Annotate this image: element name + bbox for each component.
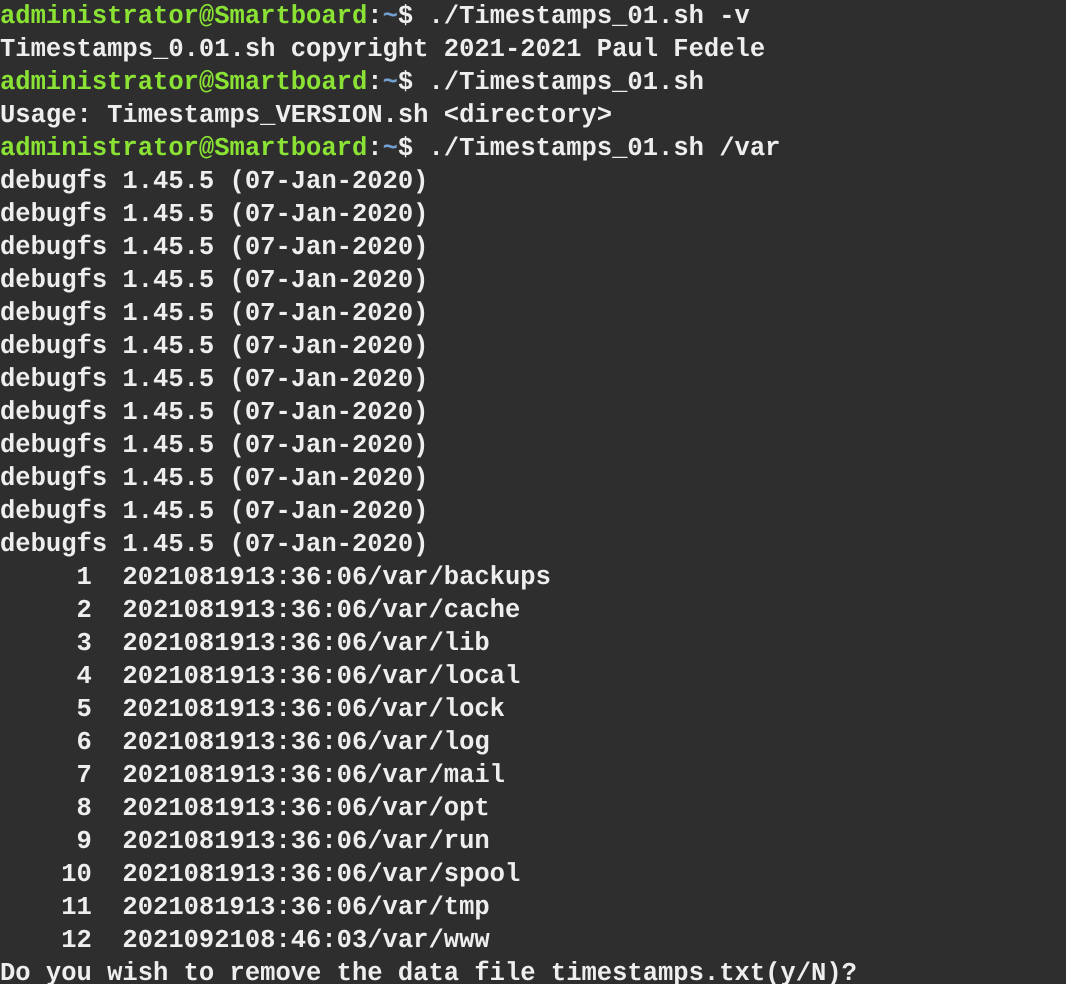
- command-3: ./Timestamps_01.sh /var: [429, 134, 781, 163]
- listing-line: 3 2021081913:36:06/var/lib: [0, 629, 490, 658]
- terminal-window[interactable]: administrator@Smartboard:~$ ./Timestamps…: [0, 0, 1066, 984]
- listing-line: 11 2021081913:36:06/var/tmp: [0, 893, 490, 922]
- debugfs-line: debugfs 1.45.5 (07-Jan-2020): [0, 266, 428, 295]
- debugfs-line: debugfs 1.45.5 (07-Jan-2020): [0, 332, 428, 361]
- prompt-sep: :: [367, 2, 382, 31]
- prompt-dollar: $: [398, 134, 429, 163]
- debugfs-line: debugfs 1.45.5 (07-Jan-2020): [0, 464, 428, 493]
- command-1: ./Timestamps_01.sh -v: [429, 2, 750, 31]
- output-version: Timestamps_0.01.sh copyright 2021-2021 P…: [0, 35, 765, 64]
- listing-line: 12 2021092108:46:03/var/www: [0, 926, 490, 955]
- listing-line: 4 2021081913:36:06/var/local: [0, 662, 520, 691]
- prompt-dollar: $: [398, 2, 429, 31]
- debugfs-line: debugfs 1.45.5 (07-Jan-2020): [0, 398, 428, 427]
- debugfs-line: debugfs 1.45.5 (07-Jan-2020): [0, 200, 428, 229]
- listing-line: 9 2021081913:36:06/var/run: [0, 827, 490, 856]
- confirm-prompt[interactable]: Do you wish to remove the data file time…: [0, 959, 857, 984]
- output-usage: Usage: Timestamps_VERSION.sh <directory>: [0, 101, 612, 130]
- prompt-sep: :: [367, 68, 382, 97]
- debugfs-line: debugfs 1.45.5 (07-Jan-2020): [0, 167, 428, 196]
- debugfs-line: debugfs 1.45.5 (07-Jan-2020): [0, 497, 428, 526]
- debugfs-line: debugfs 1.45.5 (07-Jan-2020): [0, 233, 428, 262]
- debugfs-line: debugfs 1.45.5 (07-Jan-2020): [0, 299, 428, 328]
- listing-line: 1 2021081913:36:06/var/backups: [0, 563, 551, 592]
- prompt-path: ~: [383, 2, 398, 31]
- listing-line: 5 2021081913:36:06/var/lock: [0, 695, 505, 724]
- listing-line: 7 2021081913:36:06/var/mail: [0, 761, 505, 790]
- listing-line: 10 2021081913:36:06/var/spool: [0, 860, 520, 889]
- debugfs-line: debugfs 1.45.5 (07-Jan-2020): [0, 365, 428, 394]
- prompt-path: ~: [383, 68, 398, 97]
- listing-line: 8 2021081913:36:06/var/opt: [0, 794, 490, 823]
- prompt-user-host: administrator@Smartboard: [0, 68, 367, 97]
- debugfs-line: debugfs 1.45.5 (07-Jan-2020): [0, 530, 428, 559]
- prompt-dollar: $: [398, 68, 429, 97]
- listing-line: 2 2021081913:36:06/var/cache: [0, 596, 520, 625]
- listing-line: 6 2021081913:36:06/var/log: [0, 728, 490, 757]
- prompt-path: ~: [383, 134, 398, 163]
- prompt-sep: :: [367, 134, 382, 163]
- command-2: ./Timestamps_01.sh: [429, 68, 704, 97]
- debugfs-line: debugfs 1.45.5 (07-Jan-2020): [0, 431, 428, 460]
- prompt-user-host: administrator@Smartboard: [0, 134, 367, 163]
- prompt-user-host: administrator@Smartboard: [0, 2, 367, 31]
